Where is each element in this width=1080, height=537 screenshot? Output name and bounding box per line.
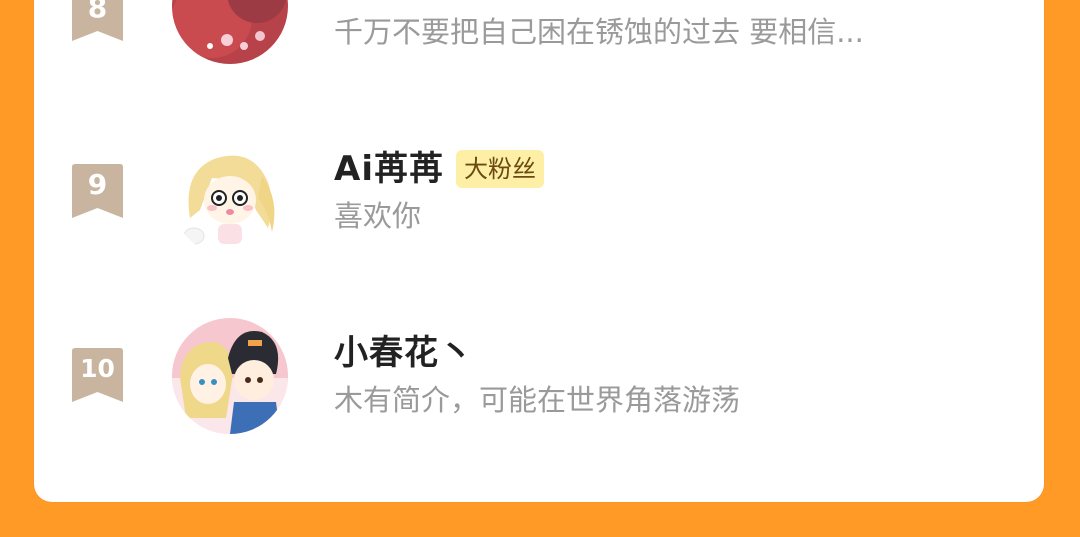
avatar[interactable] bbox=[172, 318, 288, 434]
fan-level-badge: 大粉丝 bbox=[455, 150, 544, 188]
list-item[interactable]: 8 千万不要把自己困在锈蚀的过去 要相信... bbox=[34, 0, 1044, 90]
name-line: 小春花丶 bbox=[334, 332, 474, 374]
user-bio: 木有简介，可能在世界角落游荡 bbox=[334, 383, 741, 417]
rank-badge: 9 bbox=[72, 164, 123, 218]
rank-badge: 8 bbox=[72, 0, 123, 41]
fan-ranking-card: 8 千万不要把自己困在锈蚀的过去 要相信... 9 Ai苒苒 大粉丝 喜欢你 1… bbox=[34, 0, 1044, 502]
list-item[interactable]: 9 Ai苒苒 大粉丝 喜欢你 bbox=[34, 140, 1044, 270]
name-line: Ai苒苒 大粉丝 bbox=[334, 148, 544, 190]
user-bio: 千万不要把自己困在锈蚀的过去 要相信... bbox=[334, 15, 864, 49]
rank-number: 9 bbox=[87, 168, 108, 201]
avatar[interactable] bbox=[172, 0, 288, 64]
user-bio: 喜欢你 bbox=[334, 199, 422, 233]
list-item[interactable]: 10 小春花丶 木有简介，可能在世界角落游荡 bbox=[34, 318, 1044, 448]
user-name[interactable]: Ai苒苒 bbox=[334, 148, 444, 190]
rank-badge: 10 bbox=[72, 348, 123, 402]
rank-number: 8 bbox=[87, 0, 108, 24]
rank-number: 10 bbox=[80, 354, 115, 383]
avatar[interactable] bbox=[172, 140, 288, 256]
user-name[interactable]: 小春花丶 bbox=[334, 332, 474, 374]
